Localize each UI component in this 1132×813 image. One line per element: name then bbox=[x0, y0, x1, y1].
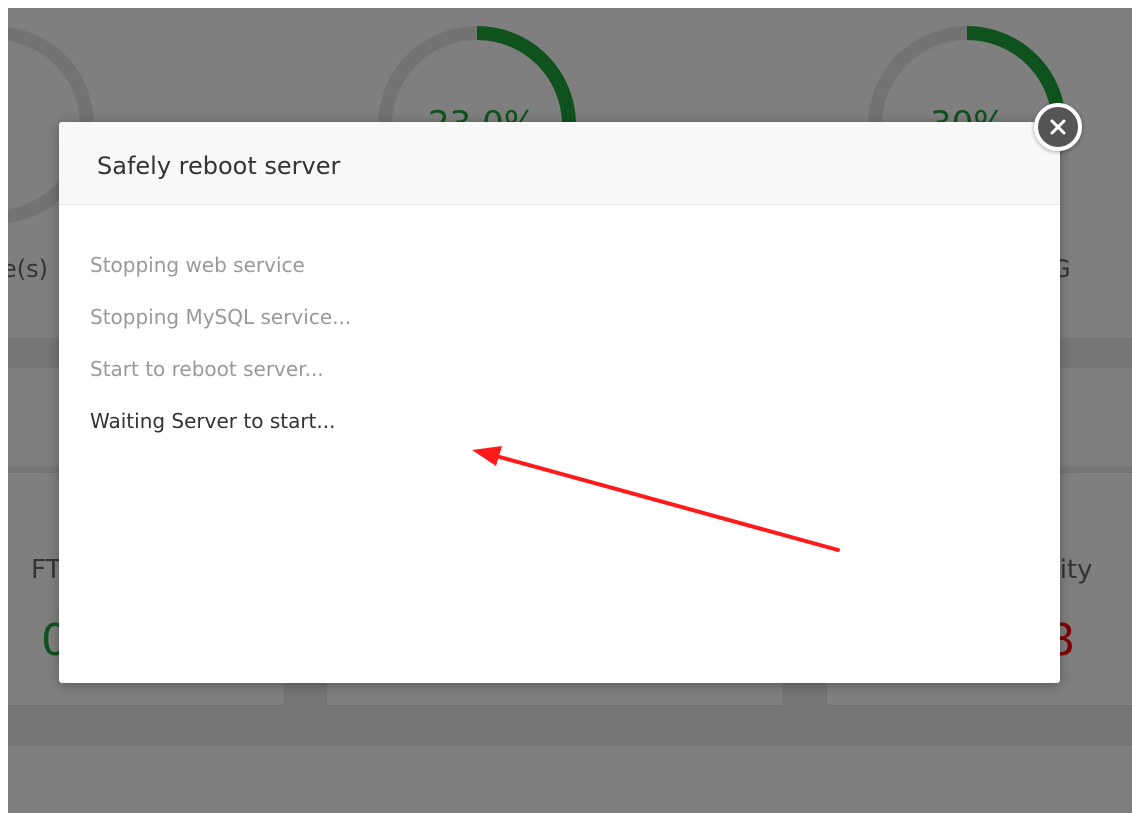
screen: e(s) 23.0% 30% G FT 0 rity 8 Safely rebo… bbox=[0, 0, 1132, 813]
red-arrow-icon bbox=[472, 446, 840, 552]
